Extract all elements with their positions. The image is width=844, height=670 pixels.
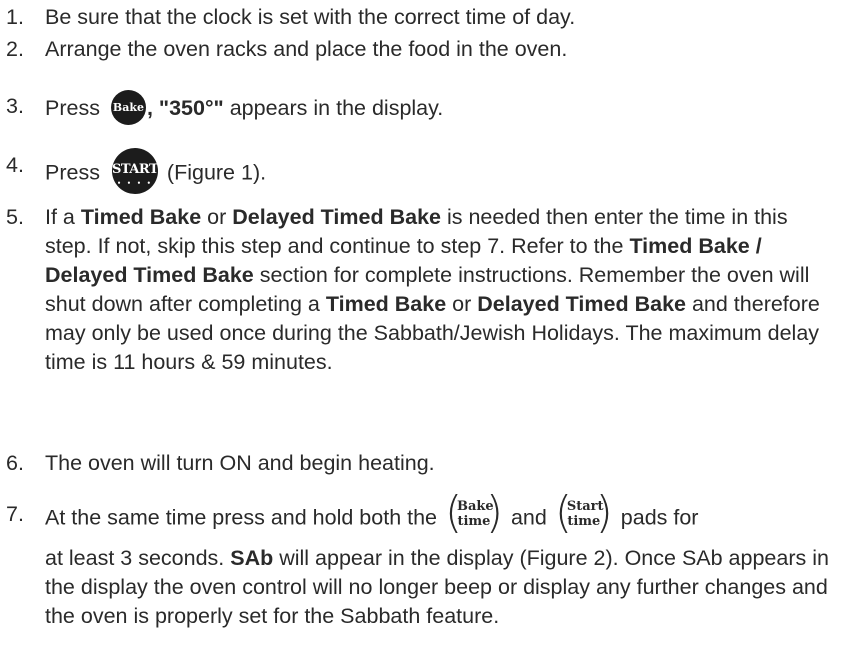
bold-term: Timed Bake xyxy=(80,205,202,229)
step-number: 3. xyxy=(6,94,24,118)
start-button-dots: • • • • xyxy=(117,180,153,187)
step-text: Be sure that the clock is set with the c… xyxy=(45,5,576,29)
step-text: If a Timed Bake or Delayed Timed Bake is… xyxy=(45,203,831,377)
step-text: Press Bake, "350°" appears in the displa… xyxy=(45,90,840,127)
step-text: Arrange the oven racks and place the foo… xyxy=(45,37,568,61)
step-text: At the same time press and hold both the… xyxy=(45,487,837,631)
step-text-pre: at least 3 seconds. xyxy=(45,546,231,570)
temperature-value: , "350°" xyxy=(146,96,224,121)
step-number: 7. xyxy=(6,502,24,526)
bold-term: Delayed Timed Bake xyxy=(232,205,441,229)
sab-label: SAb xyxy=(230,546,274,570)
step-text-pre: Press xyxy=(45,96,106,121)
step-number: 2. xyxy=(6,37,24,61)
step-text: The oven will turn ON and begin heating. xyxy=(45,451,435,475)
start-button-icon: START • • • • xyxy=(111,148,159,194)
bold-term: Timed Bake xyxy=(325,292,447,316)
step-text-segment: or xyxy=(446,292,478,316)
step-text-post: appears in the display. xyxy=(223,96,444,121)
step-number: 6. xyxy=(6,451,24,475)
start-button-label: START xyxy=(111,162,159,177)
start-time-pad-icon: (Start time) xyxy=(554,487,613,538)
step-7-line-1: At the same time press and hold both the… xyxy=(45,487,837,544)
step-text-post: (Figure 1). xyxy=(160,160,267,185)
bake-button-icon: Bake xyxy=(110,90,146,125)
step-text-mid: and xyxy=(504,505,553,530)
step-7-line-2: at least 3 seconds. SAb will appear in t… xyxy=(45,544,837,631)
step-text-post: pads for xyxy=(614,505,699,530)
bold-term: Delayed Timed Bake xyxy=(477,292,686,316)
step-text-segment: or xyxy=(201,205,233,229)
step-number: 1. xyxy=(6,5,24,29)
step-text-pre: At the same time press and hold both the xyxy=(45,505,443,530)
step-text-pre: Press xyxy=(45,160,106,185)
step-text: Press START • • • • (Figure 1). xyxy=(45,148,840,197)
step-number: 4. xyxy=(6,153,24,177)
step-number: 5. xyxy=(6,205,24,229)
bake-time-pad-icon: (Bake time) xyxy=(444,487,503,538)
step-text-segment: If a xyxy=(45,205,81,229)
